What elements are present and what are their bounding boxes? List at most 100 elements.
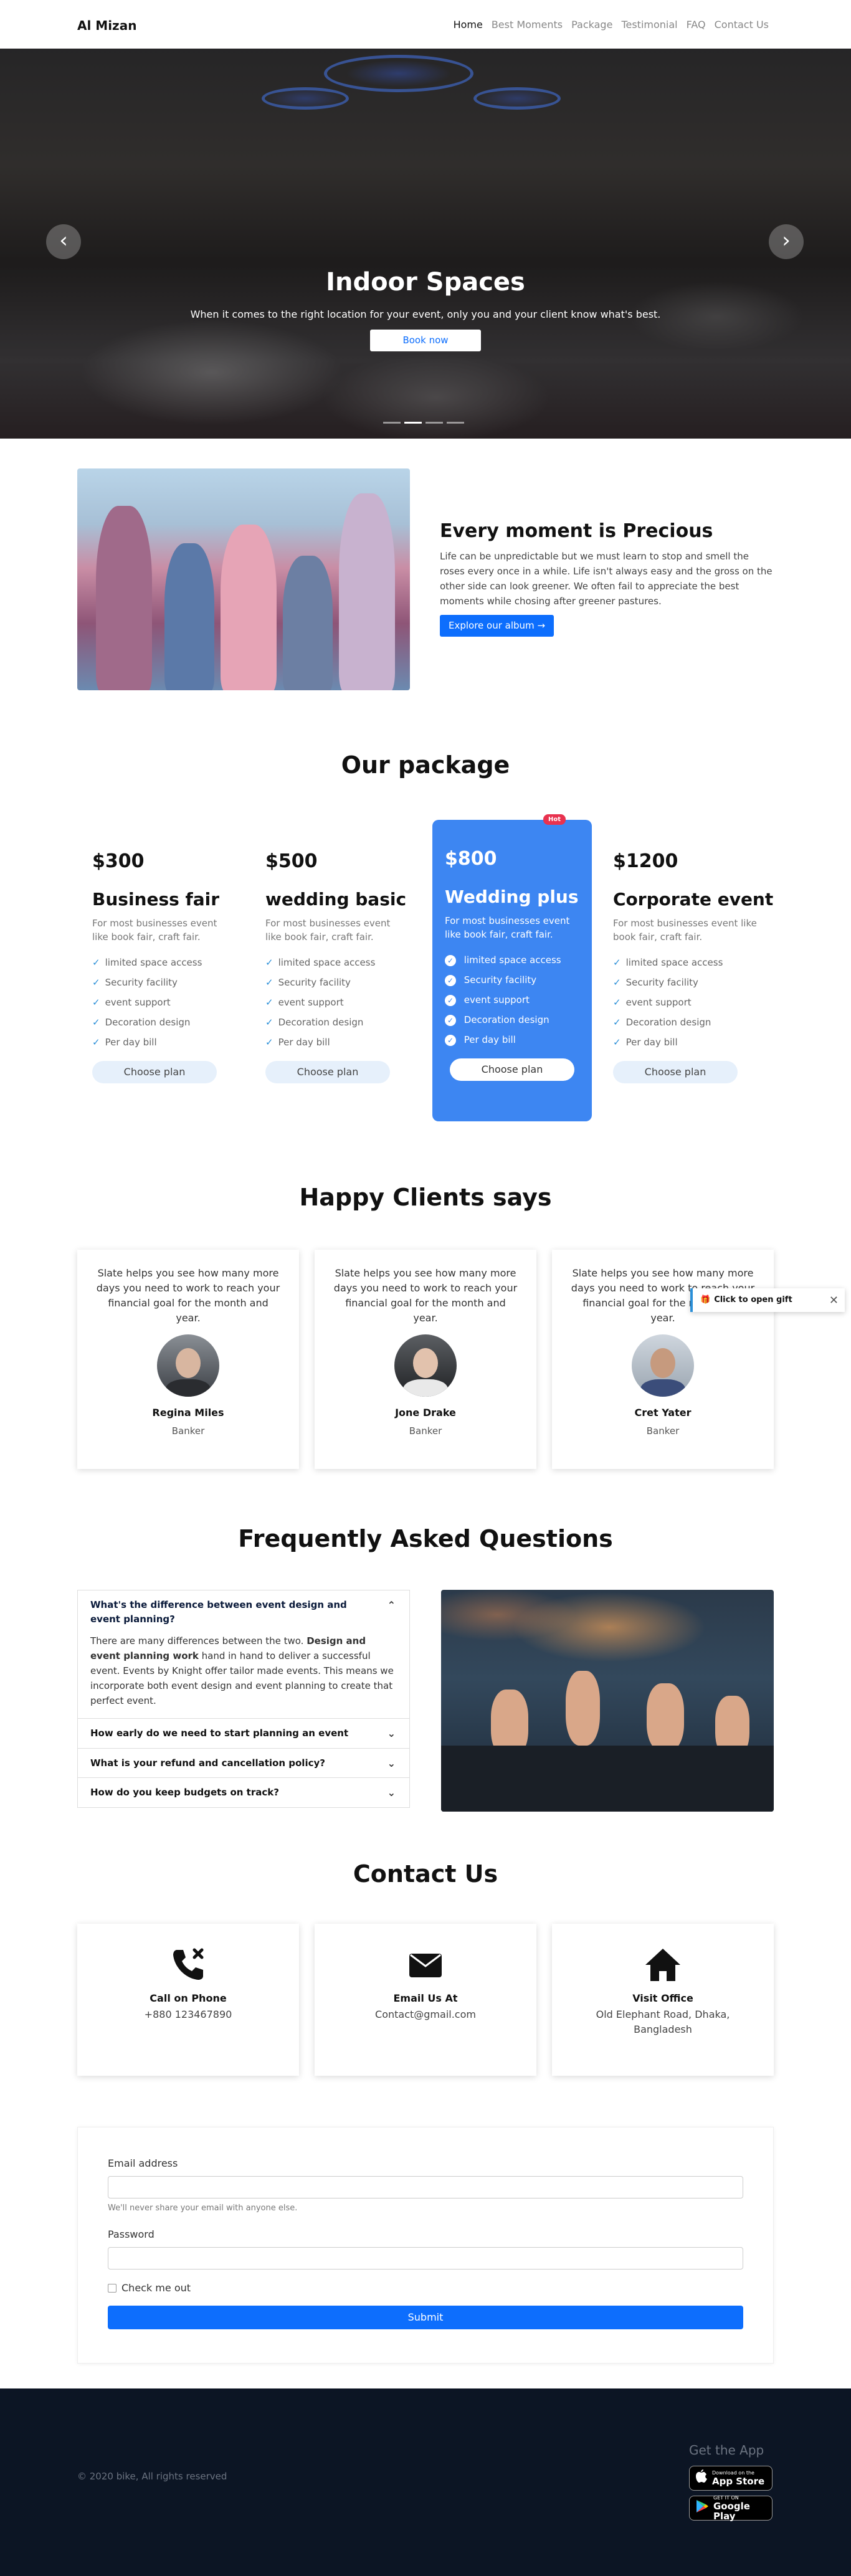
check-circle-icon: ✓ (445, 1035, 456, 1046)
check-icon: ✓ (92, 1017, 100, 1028)
submit-button[interactable]: Submit (108, 2305, 743, 2329)
contact-item-title: Visit Office (632, 1992, 693, 2004)
choose-plan-button[interactable]: Choose plan (92, 1061, 217, 1083)
testimonial-card: Slate helps you see how many more days y… (552, 1250, 774, 1469)
package-name: Business fair (92, 889, 220, 910)
hero-carousel: ‹ › Indoor Spaces When it comes to the r… (0, 49, 851, 439)
nav-link-package[interactable]: Package (571, 17, 612, 32)
email-input[interactable] (108, 2176, 743, 2198)
choose-plan-button[interactable]: Choose plan (265, 1061, 390, 1083)
password-input[interactable] (108, 2246, 743, 2269)
checkbox[interactable] (108, 2283, 116, 2293)
package-name: wedding basic (265, 889, 407, 910)
package-card: $300 Business fair For most businesses e… (92, 847, 229, 1083)
client-name: Cret Yater (634, 1407, 692, 1419)
carousel-indicator-active[interactable] (404, 422, 422, 424)
checkbox-label: Check me out (121, 2281, 191, 2294)
nav-link-contact[interactable]: Contact Us (715, 17, 769, 32)
feature-item: ✓ Security facility (613, 977, 698, 988)
google-play-badge[interactable]: GET IT ON Google Play (689, 2495, 773, 2522)
carousel-indicator[interactable] (383, 422, 401, 424)
chevron-up-icon: ⌃ (387, 1599, 396, 1611)
avatar (394, 1334, 457, 1397)
contact-card: Email Us At Contact@gmail.com (315, 1924, 536, 2076)
feature-item: ✓ Decoration design (445, 1010, 579, 1030)
brand-logo[interactable]: Al Mizan (77, 16, 136, 35)
package-desc: For most businesses event like book fair… (613, 918, 757, 943)
check-circle-icon: ✓ (445, 975, 456, 986)
check-icon: ✓ (92, 977, 100, 988)
hero-caption: Indoor Spaces When it comes to the right… (0, 264, 851, 351)
carousel-indicators (383, 422, 464, 424)
nav-link-best-moments[interactable]: Best Moments (492, 17, 563, 32)
contact-item-title: Email Us At (393, 1992, 458, 2004)
package-title: Our package (341, 751, 510, 779)
package-desc: For most businesses event like book fair… (265, 918, 391, 943)
nav-links: Home Best Moments Package Testimonial FA… (454, 17, 769, 32)
choose-plan-button[interactable]: Choose plan (613, 1061, 738, 1083)
package-price: $500 (265, 850, 318, 872)
contact-item-value: Contact@gmail.com (375, 2008, 476, 2020)
testimonial-quote: Slate helps you see how many more days y… (96, 1267, 280, 1324)
hero-overlay (0, 49, 851, 439)
feature-item: ✓ event support (265, 997, 344, 1008)
app-store-badge[interactable]: Download on the App Store (689, 2466, 773, 2491)
nav-link-home[interactable]: Home (454, 17, 483, 32)
carousel-next-button[interactable]: › (769, 224, 804, 259)
check-icon: ✓ (92, 957, 100, 968)
book-now-button[interactable]: Book now (370, 330, 481, 351)
package-card-highlighted: Hot $800 Wedding plus For most businesse… (432, 814, 592, 1121)
get-app-title: Get the App (689, 2443, 764, 2458)
home-icon (552, 1945, 774, 1985)
package-card: $500 wedding basic For most businesses e… (265, 847, 407, 1083)
chevron-down-icon: ⌄ (387, 1757, 396, 1769)
moment-section: Every moment is Precious Life can be unp… (440, 517, 774, 637)
nav-link-testimonial[interactable]: Testimonial (621, 17, 677, 32)
explore-album-button[interactable]: Explore our album → (440, 615, 554, 637)
client-name: Regina Miles (152, 1407, 224, 1419)
faq-question[interactable]: How do you keep budgets on track? ⌄ (78, 1778, 409, 1807)
check-icon: ✓ (613, 957, 621, 968)
carousel-prev-button[interactable]: ‹ (46, 224, 81, 259)
check-me-out: Check me out (108, 2281, 743, 2296)
gift-popup[interactable]: 🎁 Click to open gift ✕ (690, 1288, 845, 1312)
gift-icon: 🎁 (700, 1295, 711, 1305)
close-icon[interactable]: ✕ (829, 1292, 839, 1309)
envelope-icon (315, 1945, 536, 1985)
client-role: Banker (409, 1425, 442, 1437)
feature-item: ✓ Per day bill (445, 1030, 579, 1050)
check-icon: ✓ (265, 1037, 273, 1048)
check-icon: ✓ (92, 997, 100, 1008)
faq-accordion: What's the difference between event desi… (77, 1590, 410, 1808)
google-play-icon (696, 2499, 708, 2517)
faq-answer: There are many differences between the t… (90, 1635, 394, 1706)
contact-card: Visit Office Old Elephant Road, Dhaka, B… (552, 1924, 774, 2076)
feature-item: ✓ Security facility (445, 970, 579, 990)
carousel-indicator[interactable] (447, 422, 464, 424)
contact-title: Contact Us (353, 1860, 498, 1888)
choose-plan-button[interactable]: Choose plan (450, 1058, 574, 1081)
feature-item: ✓ Per day bill (92, 1037, 157, 1048)
check-icon: ✓ (265, 957, 273, 968)
faq-item: What's the difference between event desi… (78, 1590, 409, 1719)
faq-question[interactable]: How early do we need to start planning a… (78, 1719, 409, 1748)
faq-question[interactable]: What is your refund and cancellation pol… (78, 1749, 409, 1778)
contact-item-title: Call on Phone (150, 1992, 227, 2004)
testimonial-card: Slate helps you see how many more days y… (77, 1250, 299, 1469)
package-price: $1200 (613, 850, 678, 872)
carousel-indicator[interactable] (426, 422, 443, 424)
nav-link-faq[interactable]: FAQ (687, 17, 706, 32)
contact-item-value: Old Elephant Road, Dhaka, Bangladesh (596, 2008, 730, 2035)
client-role: Banker (171, 1425, 205, 1437)
faq-question[interactable]: What's the difference between event desi… (78, 1590, 409, 1633)
gift-label: Click to open gift (714, 1295, 792, 1305)
hero-subtitle: When it comes to the right location for … (190, 308, 661, 320)
hero-title: Indoor Spaces (326, 268, 525, 297)
package-price: $800 (445, 848, 497, 870)
play-big-text: Google Play (713, 2501, 750, 2522)
appstore-big-text: App Store (712, 2476, 765, 2487)
avatar (632, 1334, 694, 1397)
feature-item: ✓ event support (613, 997, 692, 1008)
client-name: Jone Drake (395, 1407, 456, 1419)
check-circle-icon: ✓ (445, 1015, 456, 1026)
